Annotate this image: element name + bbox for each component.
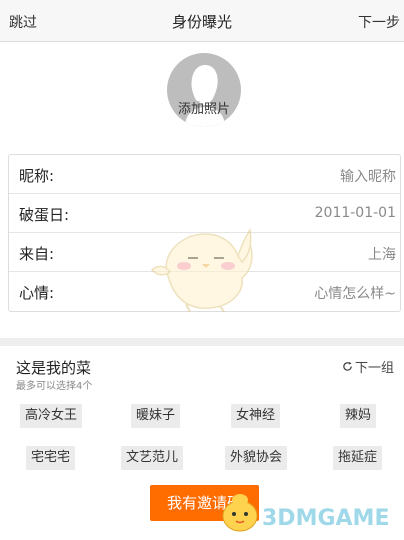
section-divider <box>0 338 404 346</box>
page-title: 身份曝光 <box>171 13 232 31</box>
next-step-button[interactable]: 下一步 <box>358 12 400 32</box>
tags-section-subtitle: 最多可以选择4个 <box>16 381 93 392</box>
next-group-button[interactable]: 下一组 <box>342 357 394 376</box>
chick-mascot-icon <box>150 228 253 313</box>
tag-item[interactable]: 女神经 <box>231 404 281 428</box>
next-group-label: 下一组 <box>354 361 394 376</box>
birthday-label: 破蛋日: <box>19 206 70 224</box>
add-photo-label: 添加照片 <box>177 102 230 117</box>
tag-item[interactable]: 宅宅宅 <box>26 446 76 470</box>
nickname-row[interactable]: 昵称: 输入昵称 <box>9 155 400 194</box>
nickname-input[interactable]: 输入昵称 <box>340 166 396 186</box>
location-label: 来自: <box>19 245 55 263</box>
tag-item[interactable]: 文艺范儿 <box>121 446 184 470</box>
watermark-mascot-icon <box>222 494 258 532</box>
tag-item[interactable]: 外貌协会 <box>225 446 288 470</box>
birthday-value[interactable]: 2011-01-01 <box>315 205 396 221</box>
tag-item[interactable]: 高冷女王 <box>20 404 83 428</box>
nickname-label: 昵称: <box>19 167 55 185</box>
mood-label: 心情: <box>19 284 55 302</box>
tag-item[interactable]: 暖妹子 <box>131 404 181 428</box>
refresh-icon <box>342 361 353 376</box>
mood-input[interactable]: 心情怎么样~ <box>314 283 396 303</box>
tags-section-title: 这是我的菜 <box>16 359 92 377</box>
avatar-upload[interactable]: 添加照片 <box>167 53 241 127</box>
tag-item[interactable]: 拖延症 <box>333 446 383 470</box>
location-value[interactable]: 上海 <box>368 244 396 264</box>
watermark-text: 3DMGAME <box>262 506 390 531</box>
top-bar: 跳过 身份曝光 下一步 <box>0 0 404 42</box>
tag-item[interactable]: 辣妈 <box>340 404 377 428</box>
